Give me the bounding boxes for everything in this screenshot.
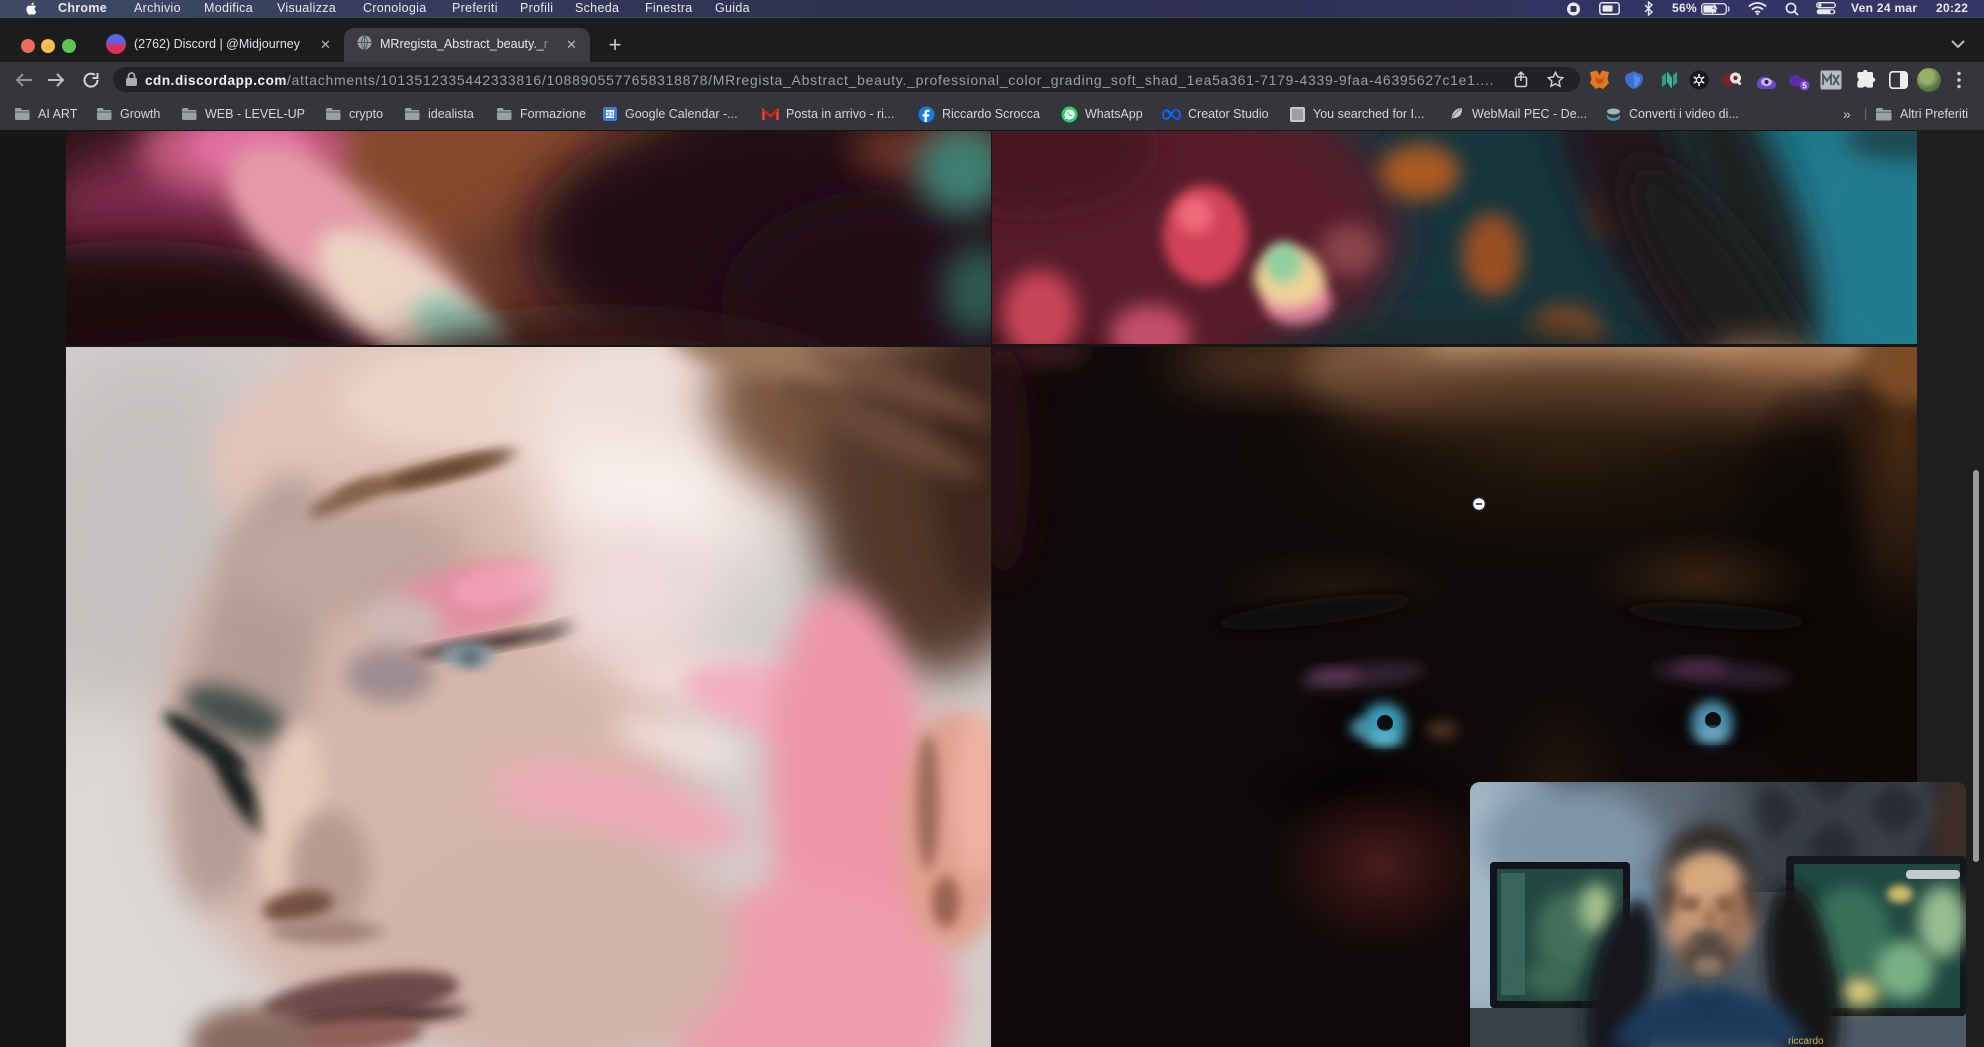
svg-text:5: 5	[1802, 82, 1807, 91]
svg-text:riccardo: riccardo	[1788, 1036, 1824, 1047]
svg-text:31: 31	[606, 112, 614, 119]
